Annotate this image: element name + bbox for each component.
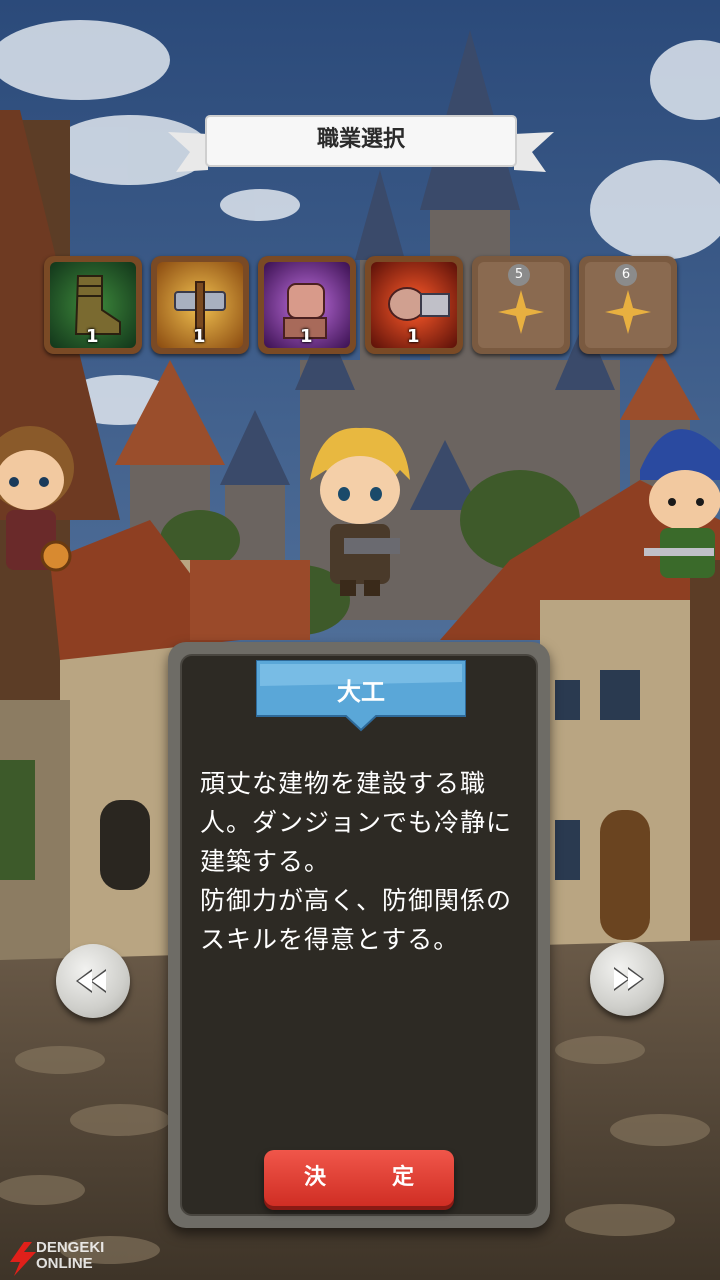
skill-count: 1	[407, 326, 420, 347]
confirm-button[interactable]: 決 定	[264, 1150, 454, 1206]
prev-job-button[interactable]	[56, 944, 130, 1018]
double-chevron-left-icon	[76, 969, 106, 993]
character-left[interactable]	[0, 420, 80, 590]
description-line: スキルを得意とする。	[200, 925, 460, 954]
slot-number: 5	[508, 264, 530, 286]
skill-slot-5[interactable]: 5	[472, 256, 570, 354]
watermark-line2: ONLINE	[36, 1255, 93, 1272]
skill-slot-2[interactable]: 1	[151, 256, 249, 354]
skill-slot-1[interactable]: 1	[44, 256, 142, 354]
skill-count: 1	[193, 326, 206, 347]
description-line: 防御力が高く、防御関係の	[200, 886, 513, 915]
skill-count: 1	[300, 326, 313, 347]
job-description: 頑丈な建物を建設する職 人。ダンジョンでも冷静に 建築する。 防御力が高く、防御…	[200, 764, 530, 959]
skill-slot-6[interactable]: 6	[579, 256, 677, 354]
character-center-carpenter[interactable]	[300, 420, 420, 600]
character-right[interactable]	[630, 410, 720, 610]
description-line: 建築する。	[200, 847, 331, 876]
description-line: 人。ダンジョンでも冷静に	[200, 808, 513, 837]
skill-slot-4[interactable]: 1	[365, 256, 463, 354]
title-ribbon: 職業選択	[168, 112, 554, 174]
slot-number: 6	[615, 264, 637, 286]
screen-title: 職業選択	[316, 127, 405, 152]
next-job-button[interactable]	[590, 942, 664, 1016]
skill-slot-3[interactable]: 1	[258, 256, 356, 354]
description-line: 頑丈な建物を建設する職	[200, 769, 487, 798]
skill-count: 1	[86, 326, 99, 347]
watermark-text: DENGEKI ONLINE	[36, 1240, 104, 1272]
double-chevron-right-icon	[614, 967, 644, 991]
watermark-line1: DENGEKI	[36, 1239, 105, 1256]
game-scene: 職業選択 1 1 1 1 5 6 大工 頑丈な建物を建設する職 人。ダンジョンで…	[0, 0, 720, 1280]
job-name: 大工	[337, 678, 385, 706]
